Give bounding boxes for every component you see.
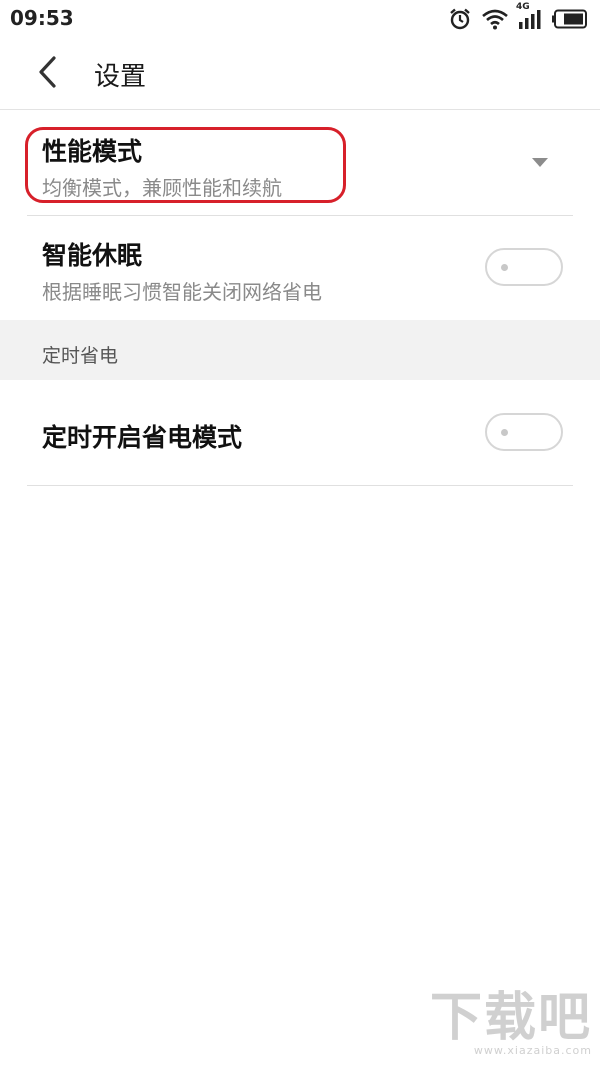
section-header: 定时省电	[0, 320, 600, 380]
toolbar: 设置	[0, 38, 600, 110]
watermark: 下载吧 www.xiazaiba.com	[430, 992, 592, 1057]
divider	[27, 485, 573, 486]
status-icons: 4G	[448, 2, 588, 33]
status-time: 09:53	[10, 6, 74, 30]
setting-title: 定时开启省电模式	[42, 423, 243, 452]
battery-icon	[552, 9, 588, 29]
cellular-signal-icon: 4G	[516, 2, 542, 30]
toggle-knob	[501, 264, 508, 271]
dropdown-arrow-icon[interactable]	[532, 158, 548, 167]
scheduled-power-saving-toggle[interactable]	[485, 413, 563, 451]
section-header-label: 定时省电	[42, 345, 119, 367]
setting-title: 智能休眠	[42, 241, 143, 270]
page-title: 设置	[94, 62, 147, 92]
back-button[interactable]	[24, 50, 72, 98]
setting-subtitle: 根据睡眠习惯智能关闭网络省电	[42, 280, 322, 304]
setting-smart-sleep[interactable]: 智能休眠 根据睡眠习惯智能关闭网络省电	[0, 216, 600, 320]
chevron-left-icon	[34, 55, 62, 93]
alarm-icon	[448, 7, 472, 31]
watermark-text: 下载吧	[429, 988, 592, 1048]
status-bar: 09:53 4G	[0, 0, 600, 38]
toggle-knob	[501, 429, 508, 436]
network-type-label: 4G	[516, 2, 530, 12]
smart-sleep-toggle[interactable]	[485, 248, 563, 286]
wifi-icon	[482, 8, 508, 30]
setting-scheduled-power-saving[interactable]: 定时开启省电模式	[0, 380, 600, 485]
highlight-annotation	[25, 127, 346, 203]
